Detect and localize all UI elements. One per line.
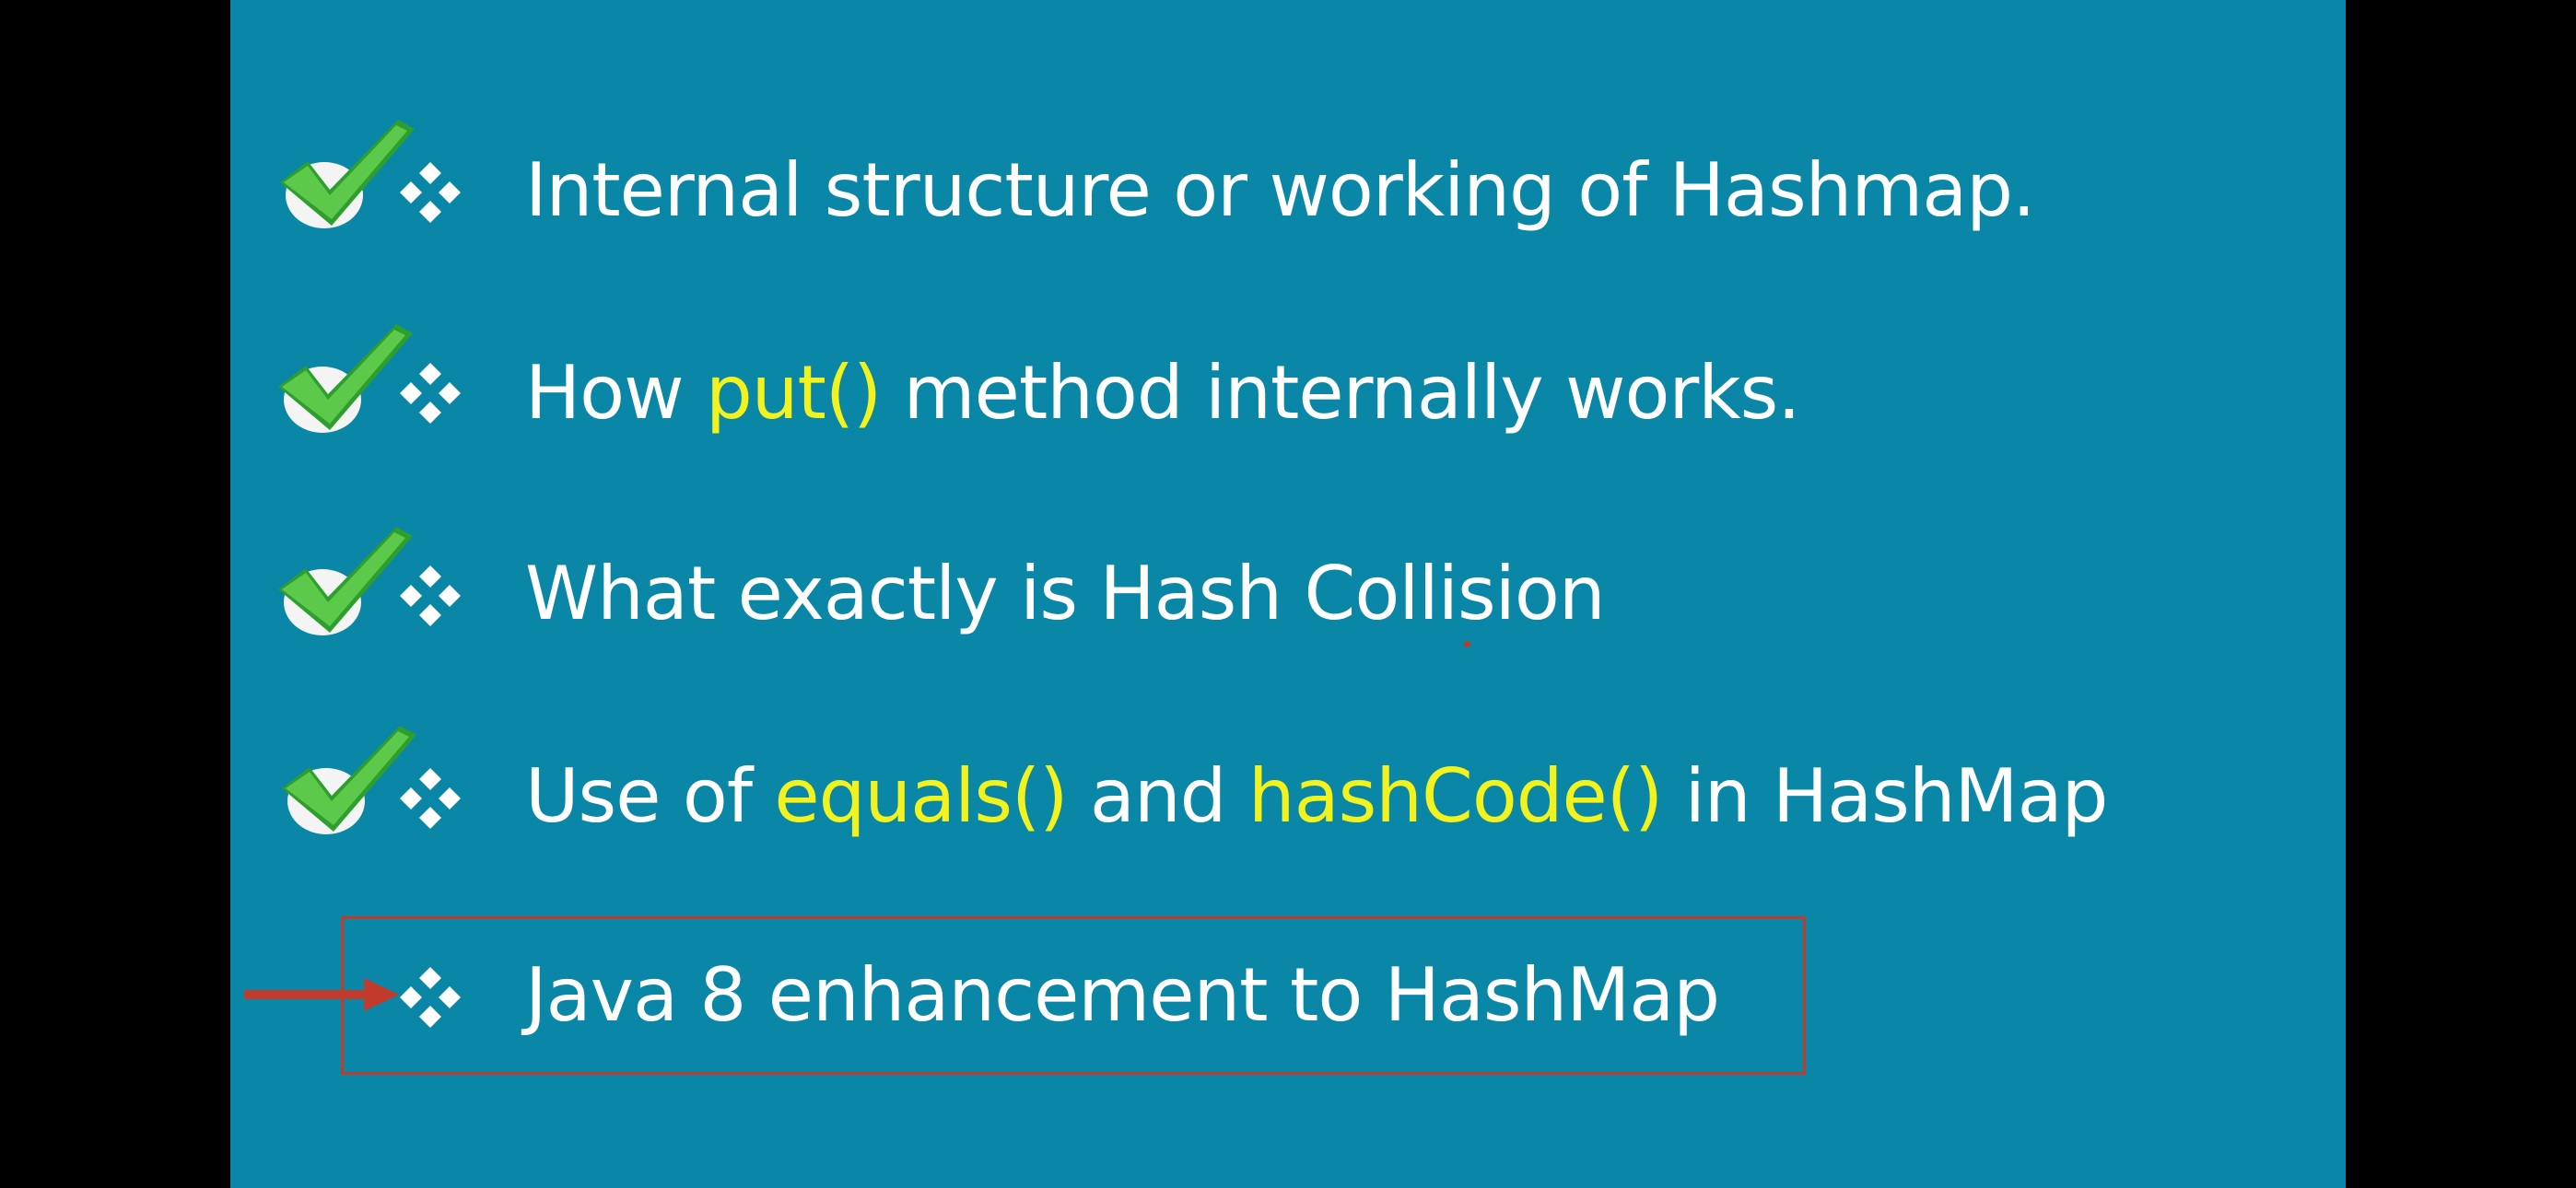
list-item-current: Java 8 enhancement to HashMap <box>230 926 2346 1065</box>
video-frame: Internal structure or working of Hashmap… <box>0 0 2576 1188</box>
check-mark-icon <box>278 527 413 635</box>
check-mark-icon <box>278 324 413 433</box>
diamond-bullet-icon <box>400 162 461 223</box>
list-item: Internal structure or working of Hashmap… <box>230 120 2346 260</box>
list-item: How put() method internally works. <box>230 324 2346 462</box>
check-mark-icon <box>280 120 415 228</box>
text-segment: Internal structure or working of Hashmap… <box>525 147 2035 233</box>
text-segment: in HashMap <box>1662 753 2109 839</box>
item-text: Internal structure or working of Hashmap… <box>525 122 2035 260</box>
diamond-bullet-icon <box>400 768 461 829</box>
text-segment: method internally works. <box>881 350 1801 436</box>
text-segment: Use of <box>525 753 775 839</box>
slide: Internal structure or working of Hashmap… <box>230 0 2346 1188</box>
item-text: Java 8 enhancement to HashMap <box>525 926 1720 1065</box>
highlighted-method: hashCode() <box>1247 753 1663 839</box>
highlighted-method: equals() <box>774 753 1068 839</box>
item-text: How put() method internally works. <box>525 324 1801 462</box>
diamond-bullet-icon <box>400 967 461 1028</box>
diamond-bullet-icon <box>400 363 461 424</box>
pointer-dot <box>1464 641 1470 647</box>
text-segment: What exactly is Hash Collision <box>525 551 1606 636</box>
list-item: Use of equals() and hashCode() in HashMa… <box>230 726 2346 866</box>
text-segment: and <box>1067 753 1248 839</box>
check-mark-icon <box>282 726 416 834</box>
list-item: What exactly is Hash Collision <box>230 525 2346 663</box>
item-text: Use of equals() and hashCode() in HashMa… <box>525 728 2109 866</box>
highlighted-method: put() <box>705 350 882 436</box>
diamond-bullet-icon <box>400 565 461 626</box>
text-segment: Java 8 enhancement to HashMap <box>525 952 1720 1038</box>
text-segment: How <box>525 350 706 436</box>
item-text: What exactly is Hash Collision <box>525 525 1606 663</box>
